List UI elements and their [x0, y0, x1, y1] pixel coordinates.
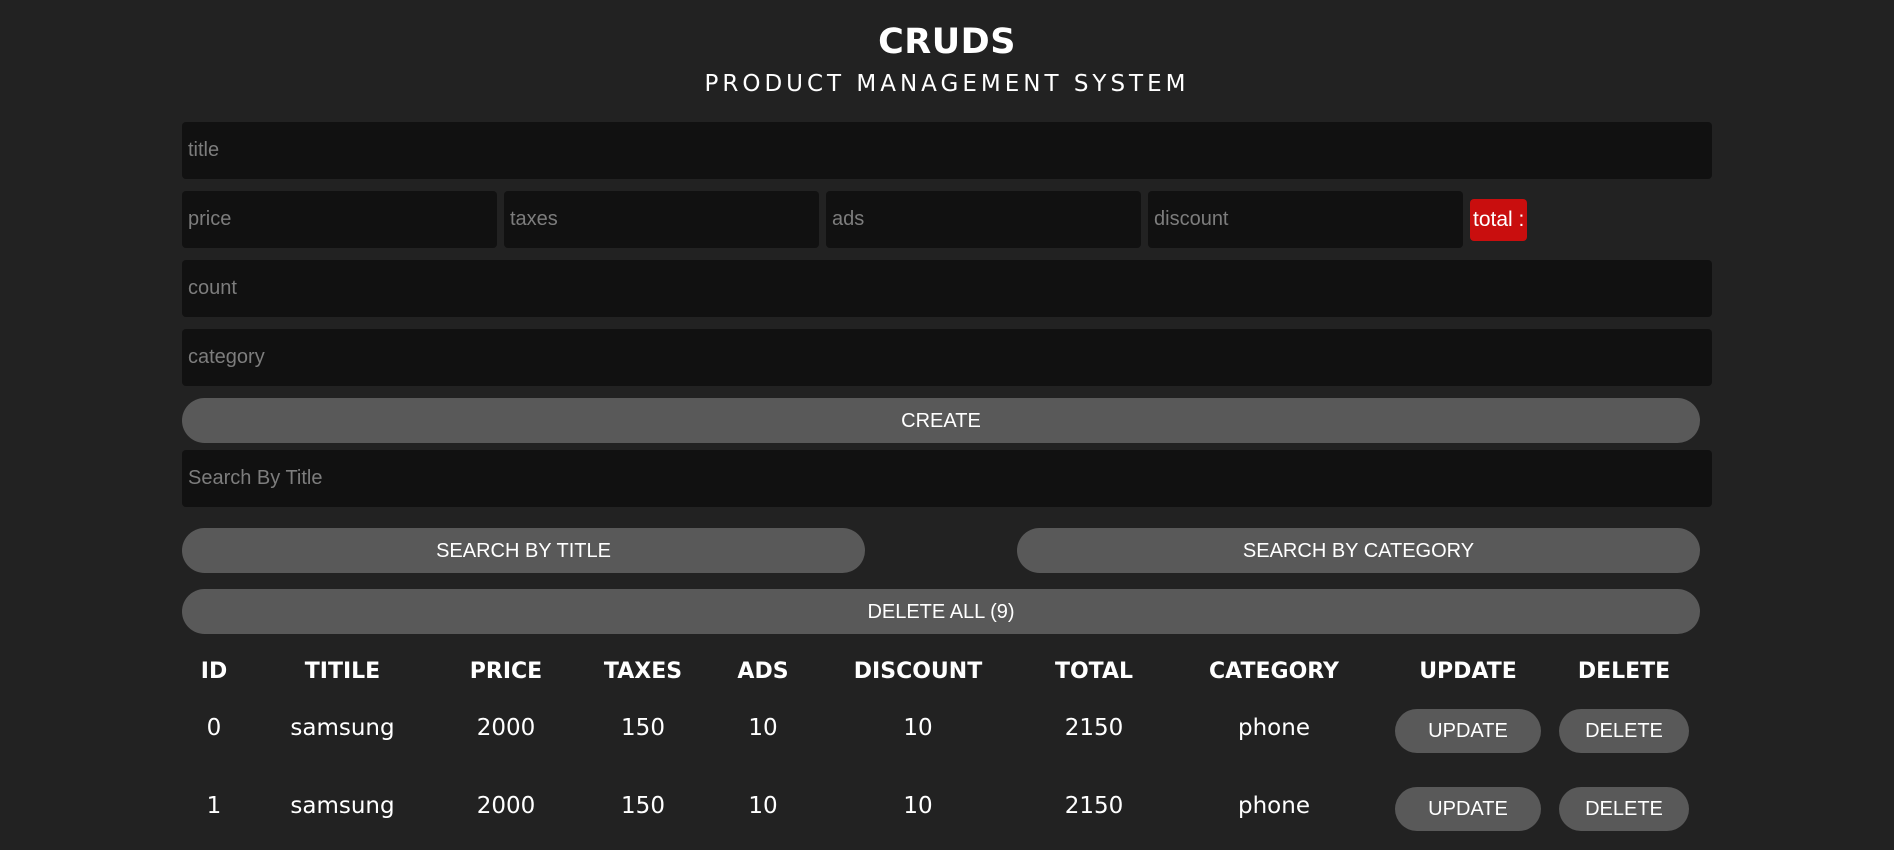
price-input[interactable]	[182, 191, 497, 248]
table-row: 1 samsung 2000 150 10 10 2150 phone UPDA…	[182, 767, 1695, 845]
page-title: CRUDS	[878, 22, 1016, 62]
search-by-title-button[interactable]: SEARCH BY TITLE	[182, 528, 865, 573]
header-title: TITILE	[304, 658, 381, 684]
cell-title: samsung	[290, 715, 395, 741]
header-taxes: TAXES	[603, 658, 683, 684]
inputs-section: total : CREATE	[182, 122, 1712, 443]
cell-title: samsung	[290, 793, 395, 819]
cell-id: 1	[206, 793, 222, 819]
header-id: ID	[200, 658, 228, 684]
update-button[interactable]: UPDATE	[1395, 709, 1541, 753]
page-subtitle: PRODUCT MANAGEMENT SYSTEM	[704, 71, 1190, 97]
table-header-row: ID TITILE PRICE TAXES ADS DISCOUNT TOTAL…	[182, 653, 1695, 689]
cell-price: 2000	[476, 793, 536, 819]
cell-update: UPDATE	[1383, 689, 1553, 767]
header-update: UPDATE	[1419, 658, 1517, 684]
cell-taxes: 150	[621, 715, 665, 741]
cell-total: 2150	[1064, 793, 1124, 819]
cell-discount: 10	[903, 793, 933, 819]
ads-input[interactable]	[826, 191, 1141, 248]
taxes-input[interactable]	[504, 191, 819, 248]
crud-container: CRUDS PRODUCT MANAGEMENT SYSTEM total : …	[182, 0, 1712, 845]
output-section: SEARCH BY TITLE SEARCH BY CATEGORY DELET…	[182, 450, 1712, 845]
header-delete: DELETE	[1577, 658, 1671, 684]
cell-ads: 10	[748, 715, 778, 741]
header: CRUDS PRODUCT MANAGEMENT SYSTEM	[182, 0, 1712, 100]
cell-delete: DELETE	[1553, 689, 1695, 767]
count-input[interactable]	[182, 260, 1712, 317]
table-row: 0 samsung 2000 150 10 10 2150 phone UPDA…	[182, 689, 1695, 767]
cell-taxes: 150	[621, 793, 665, 819]
create-button[interactable]: CREATE	[182, 398, 1700, 443]
price-row: total :	[182, 191, 1712, 248]
products-table: ID TITILE PRICE TAXES ADS DISCOUNT TOTAL…	[182, 653, 1695, 845]
cell-category: phone	[1238, 793, 1310, 819]
header-total: TOTAL	[1054, 658, 1134, 684]
total-badge: total :	[1470, 198, 1528, 241]
cell-ads: 10	[748, 793, 778, 819]
delete-button[interactable]: DELETE	[1559, 709, 1689, 753]
header-ads: ADS	[737, 658, 789, 684]
search-buttons: SEARCH BY TITLE SEARCH BY CATEGORY	[182, 528, 1700, 573]
search-by-category-button[interactable]: SEARCH BY CATEGORY	[1017, 528, 1700, 573]
cell-update: UPDATE	[1383, 767, 1553, 845]
header-discount: DISCOUNT	[853, 658, 983, 684]
cell-id: 0	[206, 715, 222, 741]
header-category: CATEGORY	[1209, 658, 1339, 684]
cell-discount: 10	[903, 715, 933, 741]
delete-all-button[interactable]: DELETE ALL (9)	[182, 589, 1700, 634]
delete-button[interactable]: DELETE	[1559, 787, 1689, 831]
title-input[interactable]	[182, 122, 1712, 179]
cell-total: 2150	[1064, 715, 1124, 741]
update-button[interactable]: UPDATE	[1395, 787, 1541, 831]
cell-delete: DELETE	[1553, 767, 1695, 845]
cell-category: phone	[1238, 715, 1310, 741]
search-input[interactable]	[182, 450, 1712, 507]
cell-price: 2000	[476, 715, 536, 741]
category-input[interactable]	[182, 329, 1712, 386]
discount-input[interactable]	[1148, 191, 1463, 248]
header-price: PRICE	[469, 658, 543, 684]
